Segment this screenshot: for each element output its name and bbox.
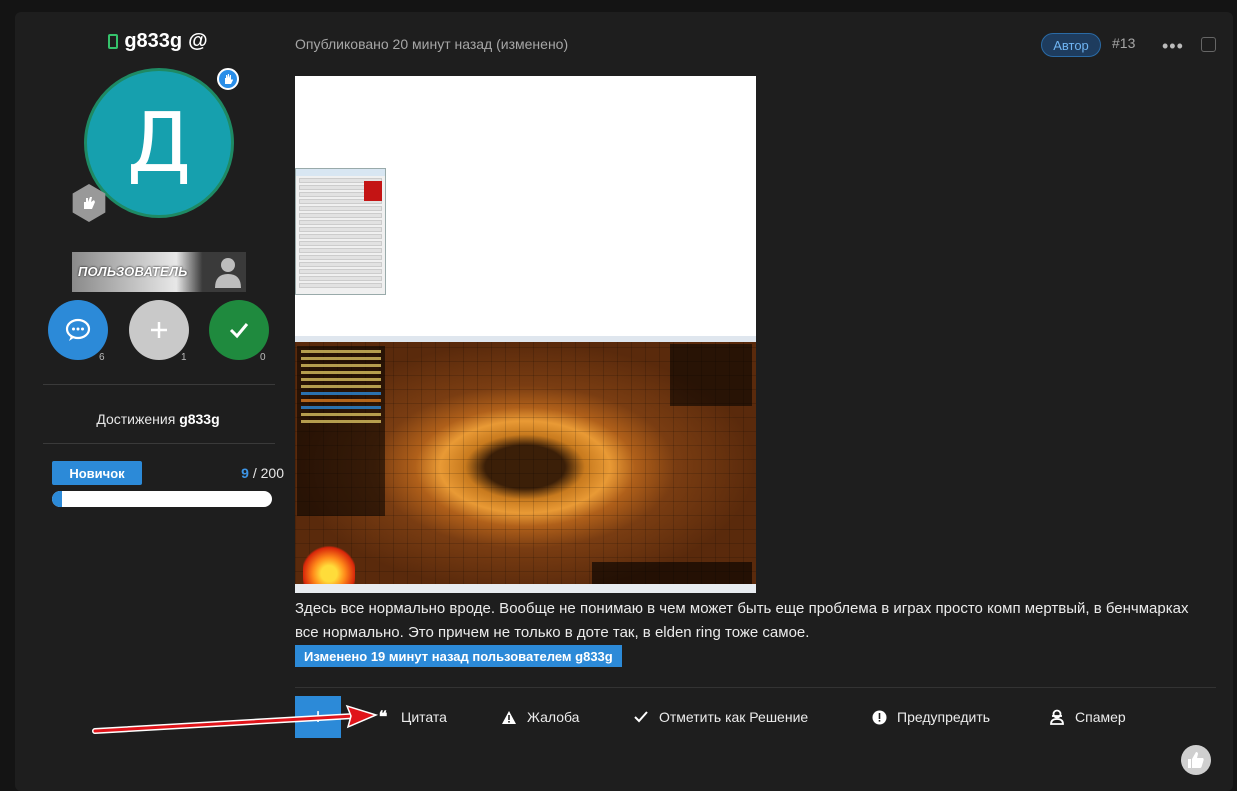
windows-taskbar [295, 584, 756, 593]
furmark-stat-line [301, 371, 381, 374]
spy-icon [1049, 709, 1065, 725]
level-progress-fill [52, 491, 62, 507]
check-icon [229, 323, 249, 339]
level-progress-bar [52, 491, 272, 507]
solutions-count: 0 [260, 352, 266, 363]
warning-triangle-icon [501, 709, 517, 725]
gpu-z-row [299, 241, 382, 246]
sidebar-divider [43, 443, 275, 444]
published-time[interactable]: Опубликовано 20 минут назад (изменено) [295, 36, 568, 52]
gpu-z-row [299, 269, 382, 274]
person-icon [215, 258, 241, 288]
more-options-icon[interactable]: ••• [1162, 36, 1184, 57]
edited-notice: Изменено 19 минут назад пользователем g8… [295, 645, 622, 667]
furmark-stat-line [301, 406, 381, 409]
avatar-wrap: Д [72, 68, 239, 222]
furmark-stat-line [301, 392, 381, 395]
avatar[interactable]: Д [84, 68, 234, 218]
post-number-link[interactable]: #13 [1112, 35, 1135, 51]
username-link[interactable]: g833g [124, 30, 182, 53]
gpu-z-row [299, 283, 382, 288]
furmark-stat-line [301, 399, 381, 402]
gpu-z-titlebar [296, 169, 385, 176]
furmark-stat-line [301, 385, 381, 388]
level-badge: Новичок [52, 461, 142, 485]
warn-label: Предупредить [897, 709, 991, 725]
gpu-z-row [299, 255, 382, 260]
page: g833g @ Д ПОЛЬЗОВАТЕЛЬ 6 1 0 Достижения … [0, 0, 1237, 791]
posts-stat-button[interactable] [48, 300, 108, 360]
gpu-z-row [299, 206, 382, 211]
furmark-stat-line [301, 350, 381, 353]
posts-count: 6 [99, 352, 105, 363]
chat-icon [65, 318, 91, 341]
level-max: 200 [260, 465, 284, 481]
gpu-z-row [299, 262, 382, 267]
role-banner: ПОЛЬЗОВАТЕЛЬ [72, 252, 246, 292]
mobile-phone-icon [108, 34, 119, 49]
solutions-stat-button[interactable] [209, 300, 269, 360]
level-current: 9 [241, 465, 249, 481]
gpu-z-row [299, 220, 382, 225]
spammer-button[interactable]: Спамер [1049, 708, 1126, 726]
achievements-label: Достижения [96, 411, 176, 427]
mention-icon[interactable]: @ [188, 30, 208, 53]
red-annotation-arrow [92, 704, 379, 734]
plus-icon [151, 322, 167, 338]
gpu-z-row [299, 234, 382, 239]
furmark-stats-panel [297, 346, 385, 516]
reputation-stat-button[interactable] [129, 300, 189, 360]
sidebar-divider [43, 384, 275, 385]
report-label: Жалоба [527, 709, 580, 725]
furmark-stat-line [301, 364, 381, 367]
achievements-user: g833g [179, 411, 220, 427]
checkmark-icon [633, 709, 649, 725]
mark-solution-label: Отметить как Решение [659, 709, 809, 725]
like-button[interactable] [1181, 745, 1211, 775]
author-badge: Автор [1041, 33, 1101, 57]
hand-badge-icon [217, 68, 239, 90]
gpu-z-row [299, 248, 382, 253]
user-sidebar: g833g @ Д ПОЛЬЗОВАТЕЛЬ 6 1 0 Достижения … [28, 30, 288, 530]
user-stats: 6 1 0 [48, 300, 270, 363]
achievements-link[interactable]: Достижения g833g [28, 411, 288, 427]
amd-logo-icon [364, 181, 382, 201]
gpu-z-row [299, 276, 382, 281]
quote-button[interactable]: ❝ Цитата [375, 708, 447, 726]
actions-divider [295, 687, 1216, 688]
furmark-flame-logo [303, 532, 355, 584]
furmark-graph [592, 562, 752, 584]
report-button[interactable]: Жалоба [501, 708, 579, 726]
gpu-z-row [299, 227, 382, 232]
username-row: g833g @ [28, 30, 288, 53]
post-body-text: Здесь все нормально вроде. Вообще не пон… [295, 600, 1189, 641]
furmark-options-panel [670, 344, 752, 406]
thumbs-up-icon [1188, 752, 1204, 768]
avatar-letter: Д [126, 95, 192, 191]
mark-solution-button[interactable]: Отметить как Решение [633, 708, 808, 726]
spammer-label: Спамер [1075, 709, 1126, 725]
reputation-count: 1 [181, 352, 187, 363]
furmark-stat-line [301, 413, 381, 416]
warn-button[interactable]: Предупредить [871, 708, 990, 726]
select-post-checkbox[interactable] [1201, 37, 1216, 52]
furmark-stat-line [301, 378, 381, 381]
gpu-z-window-image [295, 168, 386, 295]
quote-label: Цитата [401, 709, 447, 725]
furmark-stat-line [301, 357, 381, 360]
role-label: ПОЛЬЗОВАТЕЛЬ [78, 264, 188, 279]
exclamation-circle-icon [871, 709, 887, 725]
level-count: 9 / 200 [241, 465, 284, 481]
furmark-stat-line [301, 420, 381, 423]
gpu-z-row [299, 213, 382, 218]
furmark-benchmark-image [295, 336, 756, 593]
level-separator: / [248, 465, 261, 481]
attached-screenshot-image[interactable] [295, 76, 756, 593]
